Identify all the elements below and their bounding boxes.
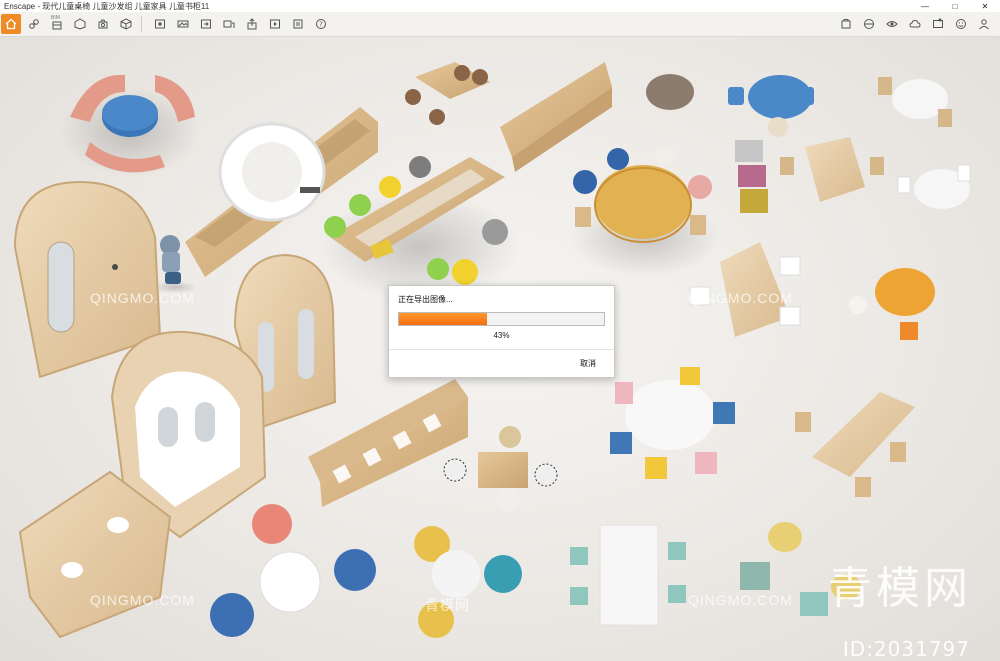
export-icon[interactable] [196, 14, 216, 34]
orange-table [849, 268, 935, 340]
bim-label: BIM [51, 15, 60, 21]
cup-chairs-table [414, 526, 522, 638]
window-title: Enscape - 现代儿童桌椅 儿童沙发组 儿童家具 儿童书柜11 [4, 1, 210, 11]
toolbar: BIM ? [0, 12, 1000, 37]
settings-icon[interactable] [288, 14, 308, 34]
capture-icon[interactable] [93, 14, 113, 34]
blue-table-set [728, 75, 814, 137]
video-icon[interactable] [265, 14, 285, 34]
activity-table [320, 156, 520, 302]
visual-settings-icon[interactable] [882, 14, 902, 34]
bubble-chairs [210, 504, 376, 637]
help-icon[interactable]: ? [311, 14, 331, 34]
white-table-sets [878, 77, 971, 209]
curved-sofa-set [60, 74, 200, 177]
dialog-divider [389, 349, 614, 350]
toolbar-separator [141, 16, 142, 32]
toolbar-right [833, 12, 994, 36]
link-icon[interactable] [24, 14, 44, 34]
object-icon[interactable] [70, 14, 90, 34]
progress-bar [398, 312, 605, 326]
panorama-icon[interactable] [173, 14, 193, 34]
account-icon[interactable] [974, 14, 994, 34]
materials-icon[interactable] [859, 14, 879, 34]
feedback-icon[interactable] [951, 14, 971, 34]
white-round-table [610, 367, 735, 479]
home-icon[interactable] [1, 14, 21, 34]
svg-text:?: ? [319, 21, 323, 29]
maximize-button[interactable]: □ [940, 0, 970, 12]
progress-fill [399, 313, 488, 325]
progress-percent: 43% [493, 331, 510, 340]
close-button[interactable]: ✕ [970, 0, 1000, 12]
watermark-logo: 青模网 [828, 563, 972, 614]
assets-icon[interactable] [836, 14, 856, 34]
minimize-button[interactable]: — [910, 0, 940, 12]
window-controls: — □ ✕ [910, 0, 1000, 12]
watermark: QINGMO.COM [688, 592, 793, 608]
long-white-table [570, 524, 686, 626]
watermark: 青模网 [425, 597, 470, 613]
bunny-chair-table [405, 62, 490, 125]
cancel-button[interactable]: 取消 [580, 358, 596, 369]
upload-icon[interactable] [242, 14, 262, 34]
round-yellow-table [570, 145, 720, 277]
model-id-label: ID:2031797 [842, 637, 970, 661]
watermark: QINGMO.COM [90, 290, 195, 306]
atmosphere-icon[interactable] [905, 14, 925, 34]
wood-table-right [795, 392, 915, 497]
export-dialog: 正在导出图像... 43% 取消 [388, 285, 615, 378]
title-bar: Enscape - 现代儿童桌椅 儿童沙发组 儿童家具 儿童书柜11 — □ ✕ [0, 0, 1000, 12]
batch-icon[interactable] [219, 14, 239, 34]
wood-cabinet [500, 62, 612, 172]
watermark: QINGMO.COM [90, 592, 195, 608]
capture-settings-icon[interactable] [928, 14, 948, 34]
dialog-title: 正在导出图像... [398, 295, 453, 304]
bim-icon[interactable]: BIM [47, 14, 67, 34]
view-icon[interactable] [150, 14, 170, 34]
rect-table-set [780, 137, 884, 202]
colored-cubes [735, 140, 768, 213]
watermark: QINGMO.COM [688, 290, 793, 306]
cube-icon[interactable] [116, 14, 136, 34]
